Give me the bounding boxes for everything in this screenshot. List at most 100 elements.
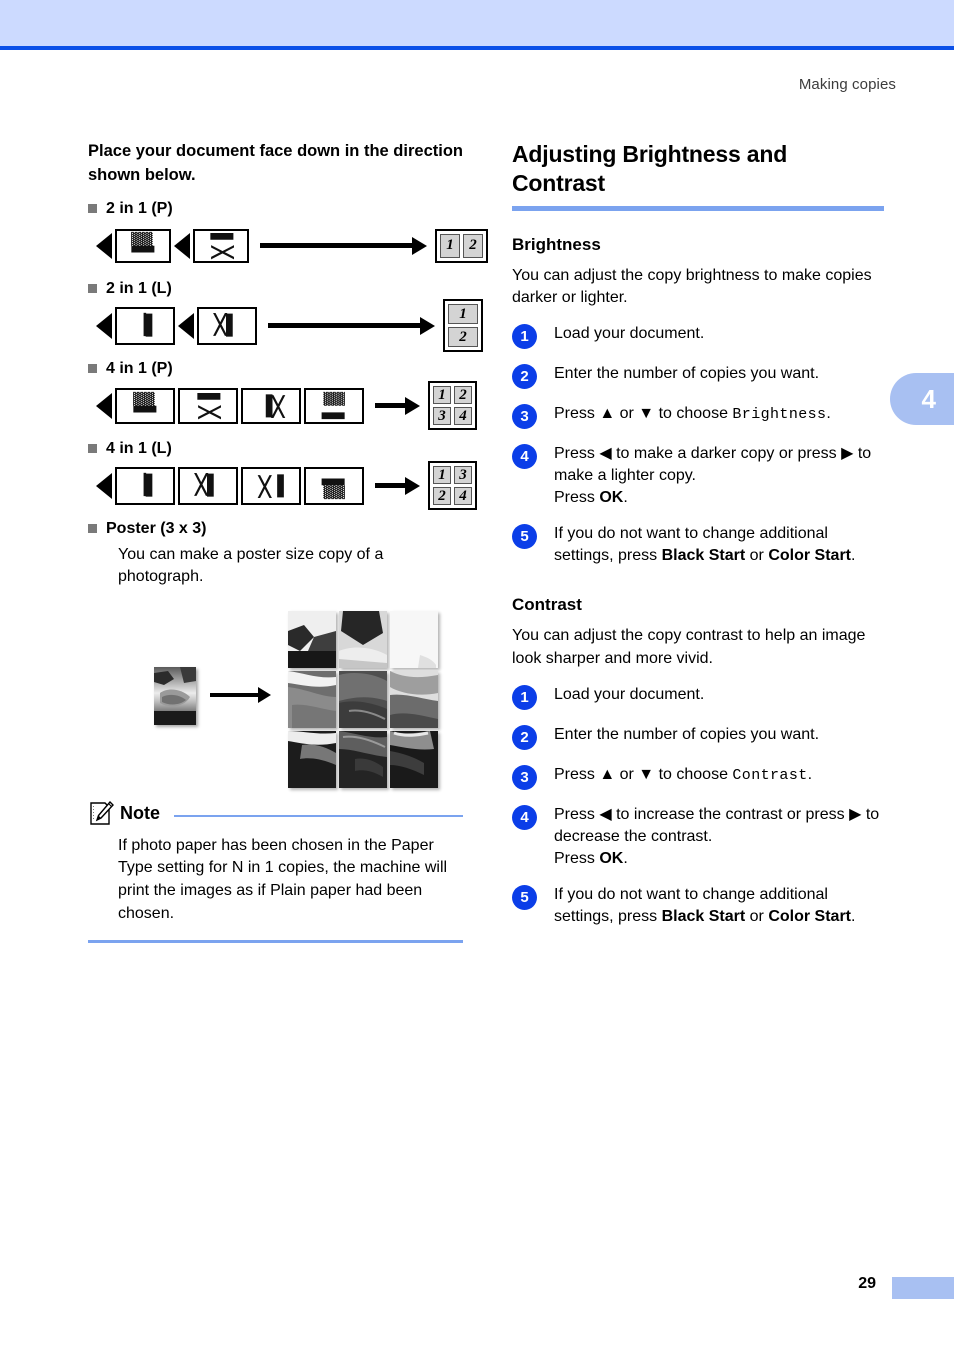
step-item: 1 Load your document. — [512, 323, 884, 350]
step-phrase: Enter the number of copies you want. — [554, 365, 820, 383]
section-title: Contrast — [512, 595, 582, 615]
left-column: Place your document face down in the dir… — [88, 140, 488, 943]
note-header: Note — [88, 800, 463, 827]
page-title: Adjusting Brightness and Contrast — [512, 141, 788, 196]
result-cell: 1 — [433, 386, 451, 405]
poster-label-rest: (3 x 3) — [160, 519, 207, 537]
running-head: Making copies — [798, 76, 896, 93]
chapter-tab: 4 — [890, 373, 954, 425]
result-cell: 3 — [433, 407, 451, 426]
result-cell: 1 — [440, 233, 460, 258]
result-grid-2in1l: 1 2 — [443, 299, 483, 353]
source-page-1: ▓▌ — [115, 228, 171, 263]
step-phrase: Press — [554, 849, 600, 867]
mosaic-tile — [390, 610, 438, 668]
note-rule-bottom — [88, 939, 463, 943]
mosaic-tile — [339, 670, 387, 728]
page-number: 29 — [858, 1275, 876, 1292]
right-column: Adjusting Brightness and Contrast Bright… — [512, 140, 884, 942]
step-item: 3 Press ▲ or ▼ to choose Brightness. — [512, 403, 884, 430]
layout-heading-4in1l: 4 in 1 (L) — [88, 440, 463, 458]
square-bullet-icon — [88, 524, 97, 534]
step-text: Press ▲ or ▼ to choose Brightness. — [554, 403, 831, 426]
square-bullet-icon — [88, 204, 97, 214]
triangle-left-icon — [96, 472, 112, 499]
lead-instruction: Place your document face down in the dir… — [88, 142, 463, 184]
source-page-1: ▕▌ — [115, 306, 175, 345]
page-title-rule — [512, 205, 884, 211]
mosaic-tile — [390, 670, 438, 728]
result-grid-4in1p: 1 2 3 4 — [428, 381, 477, 431]
step-keyword: Color Start — [768, 547, 851, 565]
step-item: 5 If you do not want to change additional… — [512, 523, 884, 567]
handshake-photo-small — [154, 666, 196, 725]
triangle-left-icon — [96, 392, 112, 419]
step-text: Enter the number of copies you want. — [554, 724, 819, 746]
arrow-right-icon — [268, 316, 435, 335]
step-text: Press ▲ or ▼ to choose Contrast. — [554, 764, 812, 787]
step-item: 4 Press ◀ to make a darker copy or press … — [512, 443, 884, 509]
step-number-badge: 5 — [512, 524, 537, 550]
layout-diagram-4in1p: ▓▌ ▌╳ ╳▌ ▌▓ 1 2 3 4 — [96, 381, 477, 431]
arrow-right-icon — [260, 236, 427, 255]
square-bullet-icon — [88, 444, 97, 454]
layout-diagram-4in1l: ▕▌ ╳▌ ▌╳ ▓▌ 1 3 2 4 — [96, 461, 477, 511]
note-title: Note — [120, 803, 160, 824]
result-cell: 2 — [448, 327, 478, 348]
step-item: 4 Press ◀ to increase the contrast or pre… — [512, 804, 884, 870]
section-intro: You can adjust the copy contrast to help… — [512, 627, 866, 667]
step-keyword: Black Start — [661, 907, 746, 925]
note-rule-top — [174, 814, 463, 817]
square-bullet-icon — [88, 364, 97, 374]
step-keyword: OK — [599, 849, 624, 867]
square-bullet-icon — [88, 284, 97, 294]
triangle-left-icon — [174, 232, 190, 259]
source-page-1: ▓▌ — [115, 387, 175, 424]
step-number-badge: 2 — [512, 724, 537, 750]
mosaic-tile — [339, 730, 387, 788]
source-page-3: ▌╳ — [241, 466, 301, 505]
step-text: If you do not want to change additional … — [554, 884, 884, 928]
source-page-1: ▕▌ — [115, 466, 175, 505]
note-body: If photo paper has been chosen in the Pa… — [118, 836, 448, 922]
source-page-2: ╳▌ — [178, 466, 238, 505]
step-phrase: . — [826, 405, 831, 423]
section-contrast: Contrast You can adjust the copy contras… — [512, 595, 884, 928]
step-phrase: . — [623, 489, 628, 507]
layout-label: 4 in 1 (L) — [106, 439, 172, 457]
step-number-badge: 1 — [512, 324, 537, 350]
poster-mosaic — [288, 610, 438, 788]
step-item: 2 Enter the number of copies you want. — [512, 724, 884, 750]
poster-illustration — [88, 605, 463, 795]
step-number-badge: 2 — [512, 364, 537, 390]
mosaic-tile — [339, 610, 387, 668]
step-phrase: Load your document. — [554, 685, 705, 703]
layout-heading-2in1p: 2 in 1 (P) — [88, 200, 463, 218]
result-cell: 2 — [463, 233, 483, 258]
poster-source-photo — [154, 666, 196, 725]
source-page-2: ▌╳ — [193, 228, 249, 263]
result-cell: 3 — [454, 466, 472, 485]
arrow-right-icon — [375, 476, 420, 495]
header-band — [0, 0, 954, 46]
step-phrase: . — [807, 765, 813, 783]
step-keyword: Black Start — [661, 547, 746, 565]
mosaic-tile — [288, 670, 336, 728]
result-cell: 2 — [454, 386, 472, 405]
mosaic-tile — [288, 730, 336, 788]
result-grid-4in1l: 1 3 2 4 — [428, 461, 477, 511]
step-item: 3 Press ▲ or ▼ to choose Contrast. — [512, 764, 884, 790]
chapter-tab-number: 4 — [921, 383, 936, 414]
step-phrase: Load your document. — [554, 325, 705, 343]
step-phrase: or — [745, 907, 769, 925]
layout-heading-2in1l: 2 in 1 (L) — [88, 280, 463, 298]
poster-arrow-icon — [210, 686, 271, 703]
section-intro: You can adjust the copy brightness to ma… — [512, 266, 872, 307]
step-phrase: . — [851, 547, 856, 565]
section-title: Brightness — [512, 234, 601, 254]
poster-label-bold: Poster — [106, 519, 156, 537]
steps-list: 1 Load your document. 2 Enter the number of… — [512, 323, 884, 567]
step-phrase: Enter the number of copies you want. — [554, 725, 820, 743]
layout-label: 2 in 1 (P) — [106, 199, 173, 217]
result-cell: 2 — [433, 487, 451, 506]
